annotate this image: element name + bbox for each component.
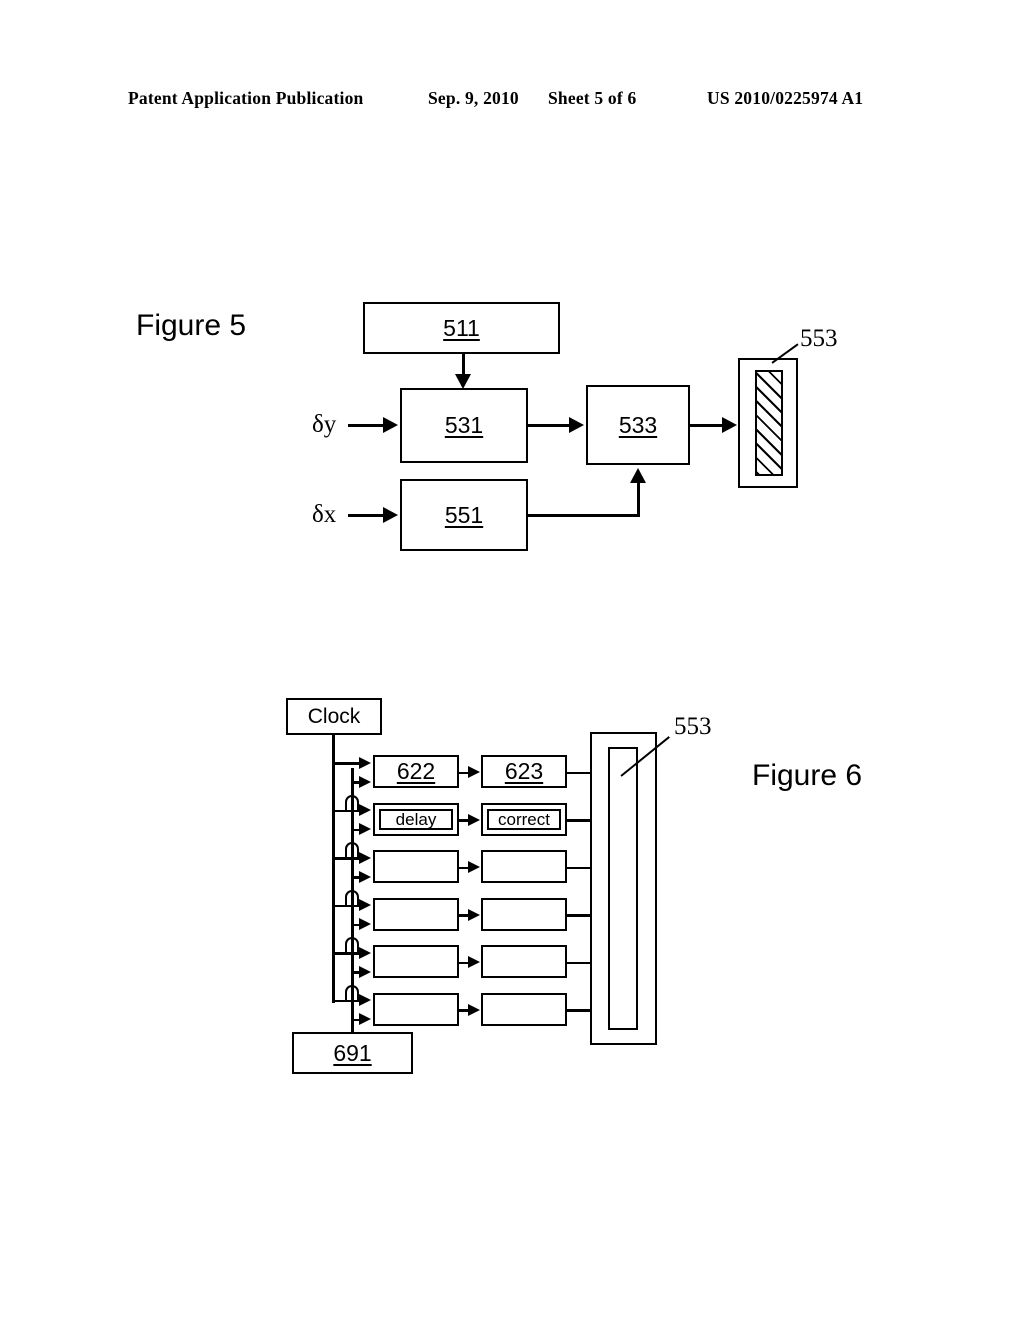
- fig6-row-1-clock-branch: [332, 762, 360, 765]
- figure-6-label: Figure 6: [752, 759, 863, 792]
- block-clock-label: Clock: [307, 705, 361, 728]
- fig6-row-4-bus691-arrowhead: [359, 918, 371, 930]
- fig6-row-1-right-label: 623: [504, 758, 544, 784]
- line-551-right: [528, 514, 640, 517]
- fig6-row-4-right-block: [481, 897, 567, 931]
- fig6-row-3-left-block: [373, 850, 459, 883]
- fig6-row-6-clock-arrowhead: [359, 994, 371, 1006]
- fig6-row-2-left-inner-box: delay: [379, 808, 453, 830]
- block-533-label: 533: [618, 411, 658, 438]
- fig6-row-2-right-inner-box: correct: [487, 808, 561, 830]
- fig6-row-6-clock-line-hop: [345, 984, 359, 1001]
- arrowhead-551-to-533: [630, 468, 646, 483]
- fig6-row-5-clock-arrowhead: [359, 946, 371, 959]
- fig6-row-2-left-label: delay: [395, 809, 437, 829]
- block-531: 531: [400, 388, 528, 463]
- clock-bus-trunk: [332, 735, 335, 1003]
- inner-bar-553-fig6: [608, 747, 638, 1030]
- fig6-row-2-right-block: correct: [481, 802, 567, 836]
- fig6-row-3-bus691-arrowhead: [359, 870, 371, 883]
- arrowhead-delta-x: [383, 507, 398, 523]
- fig6-row-3-right-block: [481, 850, 567, 883]
- fig6-row-1-left-label: 622: [396, 758, 436, 784]
- fig6-row-4-left-to-right-arrowhead: [468, 908, 480, 921]
- block-511: 511: [363, 302, 560, 354]
- input-delta-x-label: δx: [312, 501, 337, 528]
- fig6-row-2-right-label: correct: [498, 809, 550, 829]
- fig6-row-6-bus691-arrowhead: [359, 1013, 371, 1025]
- header-date: Sep. 9, 2010: [428, 88, 519, 108]
- line-551-up: [637, 483, 640, 516]
- fig6-row-3-left-to-right-arrowhead: [468, 861, 480, 873]
- fig6-row-4-clock-arrowhead: [359, 899, 371, 911]
- hatched-bar-553-fig5: [755, 370, 783, 476]
- arrowhead-delta-y: [383, 417, 398, 433]
- fig6-row-3-clock-arrowhead: [359, 851, 371, 864]
- fig6-row-1-left-to-right-arrowhead: [468, 766, 480, 778]
- fig6-row-1-left-block: 622: [373, 755, 459, 788]
- block-531-label: 531: [444, 412, 484, 438]
- fig6-row-5-right-block: [481, 945, 567, 978]
- header-publication-number: US 2010/0225974 A1: [707, 88, 864, 108]
- line-511-to-531: [462, 354, 465, 376]
- fig6-row-2-left-to-right-arrowhead: [468, 813, 480, 826]
- fig6-row-6-left-to-right-arrowhead: [468, 1003, 480, 1016]
- block-511-label: 511: [443, 314, 480, 341]
- fig6-row-4-left-block: [373, 897, 459, 931]
- input-delta-y-label: δy: [312, 411, 337, 438]
- header-sheet: Sheet 5 of 6: [548, 88, 637, 108]
- figure-5-label: Figure 5: [136, 309, 247, 342]
- fig6-row-4-clock-line-hop: [345, 889, 359, 906]
- block-691-label: 691: [333, 1039, 372, 1066]
- reference-numeral-553-fig6: 553: [674, 713, 712, 740]
- fig6-row-5-clock-line-hop: [345, 937, 359, 953]
- arrowhead-531-to-533: [569, 417, 584, 433]
- fig6-row-6-left-block: [373, 992, 459, 1026]
- fig6-row-5-left-to-right-arrowhead: [468, 956, 480, 968]
- publication-header: Patent Application Publication Sep. 9, 2…: [0, 88, 1024, 114]
- arrowhead-511-to-531: [455, 374, 471, 389]
- fig6-row-5-left-block: [373, 945, 459, 978]
- fig6-row-2-left-block: delay: [373, 802, 459, 836]
- fig6-row-2-bus691-arrowhead: [359, 823, 371, 835]
- fig6-row-6-right-block: [481, 992, 567, 1026]
- fig6-row-1-clock-arrowhead: [359, 756, 371, 769]
- line-delta-x: [348, 514, 384, 517]
- fig6-row-2-clock-arrowhead: [359, 804, 371, 816]
- block-691: 691: [292, 1032, 413, 1074]
- line-delta-y: [348, 424, 384, 427]
- line-531-to-533: [528, 424, 570, 427]
- fig6-row-1-right-block: 623: [481, 755, 567, 788]
- block-551-label: 551: [444, 501, 484, 528]
- fig6-row-5-bus691-arrowhead: [359, 965, 371, 978]
- fig6-row-2-clock-line-hop: [345, 794, 359, 811]
- block-clock: Clock: [286, 698, 382, 735]
- arrowhead-533-to-553: [722, 417, 737, 433]
- block-551: 551: [400, 479, 528, 551]
- fig6-row-1-bus691-arrowhead: [359, 775, 371, 788]
- header-title: Patent Application Publication: [128, 88, 364, 108]
- reference-numeral-553-fig5: 553: [800, 325, 838, 352]
- block-533: 533: [586, 385, 690, 465]
- fig6-row-3-clock-line-hop: [345, 842, 359, 858]
